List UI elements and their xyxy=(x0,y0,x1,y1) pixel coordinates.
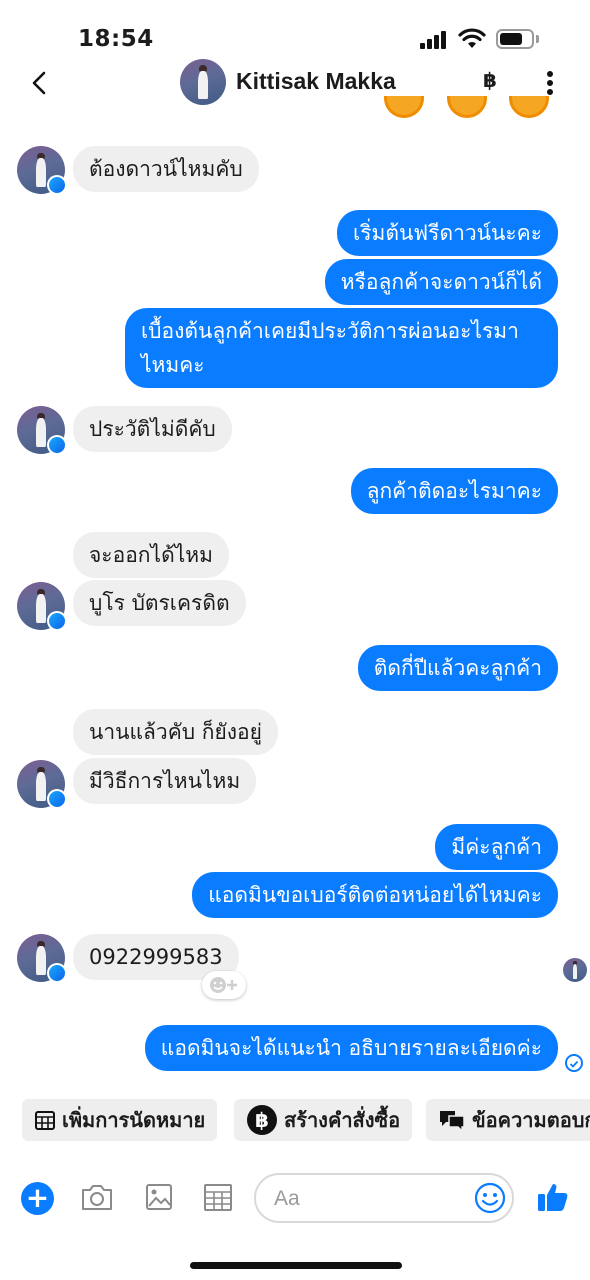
outgoing-message[interactable]: แอดมินขอเบอร์ติดต่อหน่อยได้ไหมคะ xyxy=(192,872,558,918)
plus-icon[interactable]: + xyxy=(21,1182,54,1215)
svg-text:฿: ฿ xyxy=(255,1108,269,1132)
conversation-header: Kittisak Makka ฿ xyxy=(0,58,590,108)
incoming-message[interactable]: บูโร บัตรเครดิต xyxy=(73,580,246,626)
chip-label: เพิ่มการนัดหมาย xyxy=(62,1108,206,1132)
messenger-badge-icon xyxy=(47,435,67,455)
wifi-icon xyxy=(458,28,486,50)
incoming-message[interactable]: จะออกได้ไหม xyxy=(73,532,229,578)
table-icon[interactable] xyxy=(203,1182,233,1216)
messenger-badge-icon xyxy=(47,789,67,809)
saved-replies-button[interactable]: ข้อความตอบก xyxy=(426,1099,590,1141)
quick-actions-bar: เพิ่มการนัดหมาย ฿ สร้างคำสั่งซื้อ ข้อควา… xyxy=(0,1099,590,1143)
incoming-message[interactable]: มีวิธีการไหนไหม xyxy=(73,758,257,804)
messenger-badge-icon xyxy=(47,963,67,983)
emoji-reaction-icon[interactable] xyxy=(384,96,424,118)
chip-label: ข้อความตอบก xyxy=(472,1108,590,1132)
emoji-reaction-icon[interactable] xyxy=(509,96,549,118)
chevron-left-icon xyxy=(32,71,46,95)
baht-icon: ฿ xyxy=(246,1104,278,1136)
baht-icon[interactable]: ฿ xyxy=(478,68,502,92)
battery-icon xyxy=(496,29,534,49)
outgoing-message[interactable]: เริ่มต้นฟรีดาวน์นะคะ xyxy=(337,210,558,256)
add-appointment-button[interactable]: เพิ่มการนัดหมาย xyxy=(22,1099,218,1141)
camera-icon[interactable] xyxy=(80,1182,114,1216)
outgoing-message[interactable]: ลูกค้าติดอะไรมาคะ xyxy=(350,468,558,514)
outgoing-message[interactable]: หรือลูกค้าจะดาวน์ก็ได้ xyxy=(324,259,558,305)
add-reaction-button[interactable] xyxy=(202,971,246,999)
battery-cap xyxy=(536,35,539,43)
sent-check-icon xyxy=(565,1054,583,1072)
outgoing-message[interactable]: เบื้องต้นลูกค้าเคยมีประวัติการผ่อนอะไรมา… xyxy=(125,308,558,388)
messenger-badge-icon xyxy=(47,611,67,631)
outgoing-message[interactable]: มีค่ะลูกค้า xyxy=(435,824,558,870)
outgoing-message[interactable]: แอดมินจะได้แนะนำ อธิบายรายละเอียดค่ะ xyxy=(144,1025,558,1071)
incoming-message[interactable]: ประวัติไม่ดีคับ xyxy=(73,406,232,452)
thumbs-up-icon[interactable] xyxy=(536,1180,570,1214)
message-input[interactable] xyxy=(274,1185,464,1213)
emoji-reaction-icon[interactable] xyxy=(447,96,487,118)
messenger-badge-icon xyxy=(47,175,67,195)
calendar-icon xyxy=(34,1109,56,1131)
signal-icon xyxy=(420,31,448,49)
chip-label: สร้างคำสั่งซื้อ xyxy=(284,1108,401,1132)
back-button[interactable] xyxy=(24,66,56,100)
contact-avatar[interactable] xyxy=(180,59,226,105)
contact-name[interactable]: Kittisak Makka xyxy=(236,68,396,95)
create-order-button[interactable]: ฿ สร้างคำสั่งซื้อ xyxy=(234,1099,413,1141)
add-reaction-icon xyxy=(210,977,237,993)
home-indicator xyxy=(190,1262,402,1269)
seen-indicator-avatar xyxy=(563,958,587,982)
status-bar: 18:54 xyxy=(0,0,590,62)
incoming-message[interactable]: ต้องดาวน์ไหมคับ xyxy=(73,146,259,192)
emoji-icon[interactable] xyxy=(474,1182,506,1214)
status-time: 18:54 xyxy=(78,26,154,52)
outgoing-message[interactable]: ติดกี่ปีแล้วคะลูกค้า xyxy=(357,645,558,691)
more-options-icon[interactable] xyxy=(540,68,560,98)
incoming-message[interactable]: นานแล้วคับ ก็ยังอยู่ xyxy=(73,709,278,755)
chat-bubbles-icon xyxy=(438,1108,466,1132)
image-icon[interactable] xyxy=(145,1182,173,1216)
